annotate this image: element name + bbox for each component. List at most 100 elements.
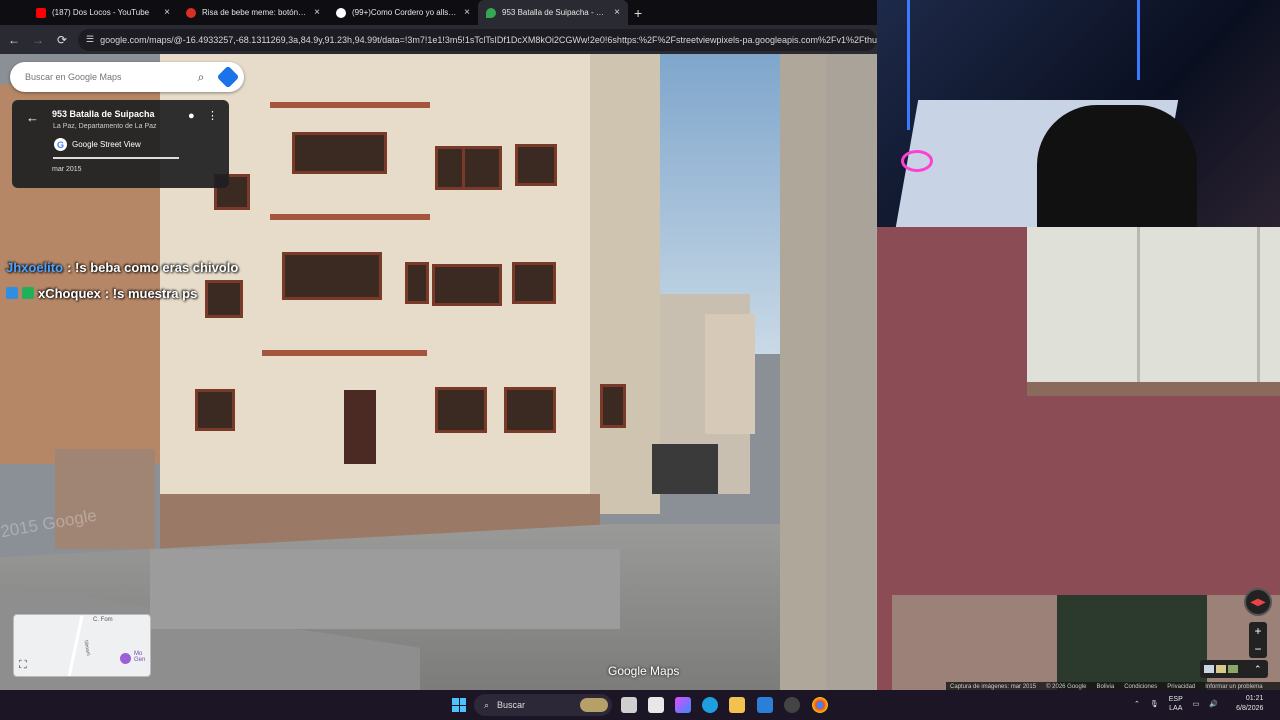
tab-youtube[interactable]: (187) Dos Locos - YouTube × <box>28 0 178 25</box>
window <box>195 389 235 431</box>
wall-base <box>150 549 620 629</box>
window <box>504 387 556 433</box>
app-icon[interactable] <box>784 697 800 713</box>
thumbnail[interactable] <box>1216 665 1226 673</box>
street-view-info-card: ← 953 Batalla de Suipacha La Paz, Depart… <box>12 100 229 188</box>
thumbnail[interactable] <box>1228 665 1238 673</box>
tab-google-maps[interactable]: 953 Batalla de Suipacha - Google Maps × <box>478 0 628 25</box>
reload-button[interactable]: ⟳ <box>54 33 70 47</box>
country-link[interactable]: Bolivia <box>1097 684 1115 690</box>
back-arrow-icon[interactable]: ← <box>26 110 39 125</box>
close-tab-icon[interactable]: × <box>314 7 320 18</box>
site-info-icon[interactable]: ☰ <box>86 34 94 45</box>
report-problem-link[interactable]: Informar un problema <box>1205 684 1262 690</box>
close-tab-icon[interactable]: × <box>164 7 170 18</box>
close-tab-icon[interactable]: × <box>614 7 620 18</box>
utility-pole <box>826 54 876 690</box>
capture-credit: Captura de imágenes: mar 2015 <box>950 683 1037 690</box>
tab-title: 953 Batalla de Suipacha - Google Maps <box>502 8 608 17</box>
zoom-out-button[interactable]: − <box>1249 640 1267 658</box>
network-icon[interactable]: ▭ <box>1193 700 1200 708</box>
street-view-zoomed <box>877 227 1280 690</box>
google-maps-logo: Google Maps <box>608 664 680 678</box>
store-icon[interactable] <box>648 697 664 713</box>
task-view-icon[interactable] <box>621 697 637 713</box>
tab-risa-de-bebe[interactable]: Risa de bebe meme: botón de sonido × <box>178 0 328 25</box>
copyright: © 2026 Google <box>1046 683 1087 690</box>
window-sill <box>1027 382 1280 396</box>
chevron-up-icon[interactable]: ⌃ <box>1254 664 1262 675</box>
place-subtitle: La Paz, Departamento de La Paz <box>53 123 157 130</box>
imagery-thumbnails[interactable]: ⌃ <box>1200 660 1268 678</box>
time: 01:21 <box>1245 695 1264 702</box>
window <box>292 132 387 174</box>
back-button[interactable]: ← <box>6 33 22 47</box>
street-view-source: G Google Street View <box>54 138 141 151</box>
map-road <box>67 615 84 676</box>
window <box>405 262 429 304</box>
close-tab-icon[interactable]: × <box>464 7 470 18</box>
thumbnail[interactable] <box>1204 665 1214 673</box>
tab-title: (99+)Como Cordero yo allstars <box>352 8 459 17</box>
language-indicator[interactable]: ESP LAA <box>1169 695 1183 713</box>
led-strip <box>1137 0 1140 80</box>
chevron-up-icon[interactable]: ⌃ <box>1134 700 1140 708</box>
window <box>432 264 502 306</box>
garage-door <box>652 444 718 494</box>
window <box>600 384 626 428</box>
zoom-in-button[interactable]: + <box>1249 622 1267 640</box>
location-pin-icon[interactable]: ● <box>188 110 195 122</box>
file-explorer-icon[interactable] <box>729 697 745 713</box>
window <box>512 262 556 304</box>
forward-button[interactable]: → <box>30 33 46 47</box>
tab-title: Risa de bebe meme: botón de sonido <box>202 8 308 17</box>
edge-icon[interactable] <box>702 697 718 713</box>
maps-search-input[interactable] <box>25 72 190 82</box>
address-bar[interactable]: ☰ google.com/maps/@-16.4933257,-68.13112… <box>78 28 877 51</box>
maps-search-box: ⌕ <box>10 62 244 92</box>
google-logo-icon: G <box>54 138 67 151</box>
new-tab-button[interactable]: + <box>634 5 642 21</box>
subscriber-badge-icon <box>6 287 18 299</box>
search-icon[interactable]: ⌕ <box>190 70 212 85</box>
clock[interactable]: 01:21 6/8/2026 <box>1236 694 1263 714</box>
compass-icon[interactable]: ◀▶ <box>1244 588 1272 616</box>
date: 6/8/2026 <box>1236 705 1264 712</box>
distant-building <box>705 314 755 434</box>
chrome-icon[interactable] <box>812 697 828 713</box>
window-grate <box>1057 595 1207 690</box>
search-highlight-icon <box>580 698 608 712</box>
taskbar-search-label: Buscar <box>497 700 526 710</box>
stream-chat-overlay: Jhxoelito : !s beba como eras chivolo xC… <box>6 254 238 306</box>
chat-username: xChoquex <box>38 285 101 301</box>
minimap[interactable]: C. Fom Illimani Mo Gen ⛶ <box>13 614 151 677</box>
led-strip <box>907 0 910 130</box>
streamer <box>1037 105 1197 227</box>
capture-date[interactable]: mar 2015 <box>52 166 82 173</box>
microphone-icon[interactable]: 🎙 <box>1150 700 1159 708</box>
street-view-label: Google Street View <box>72 140 141 149</box>
tab-tiktok[interactable]: (99+)Como Cordero yo allstars × <box>328 0 478 25</box>
webcam-feed <box>877 0 1280 227</box>
volume-icon[interactable]: 🔊 <box>1209 700 1218 708</box>
more-options-icon[interactable]: ⋮ <box>207 109 218 122</box>
privacy-link[interactable]: Privacidad <box>1167 684 1195 690</box>
window <box>1027 227 1280 382</box>
moderator-badge-icon <box>22 287 34 299</box>
taskbar-search[interactable]: ⌕ Buscar <box>474 694 612 716</box>
start-button[interactable] <box>452 698 466 712</box>
site-icon <box>186 7 196 18</box>
window <box>282 252 382 300</box>
search-icon: ⌕ <box>484 699 490 710</box>
copilot-icon[interactable] <box>675 697 691 713</box>
directions-icon[interactable] <box>216 65 240 89</box>
map-poi-icon <box>120 653 131 664</box>
browser-tab-bar: (187) Dos Locos - YouTube × Risa de bebe… <box>0 0 877 25</box>
chat-text: : !s beba como eras chivolo <box>67 259 239 275</box>
tiktok-icon <box>336 7 346 18</box>
chat-username: Jhxoelito <box>6 259 64 275</box>
expand-map-icon[interactable]: ⛶ <box>19 659 27 672</box>
youtube-icon <box>36 7 46 18</box>
terms-link[interactable]: Condiciones <box>1124 684 1157 690</box>
mail-icon[interactable] <box>757 697 773 713</box>
